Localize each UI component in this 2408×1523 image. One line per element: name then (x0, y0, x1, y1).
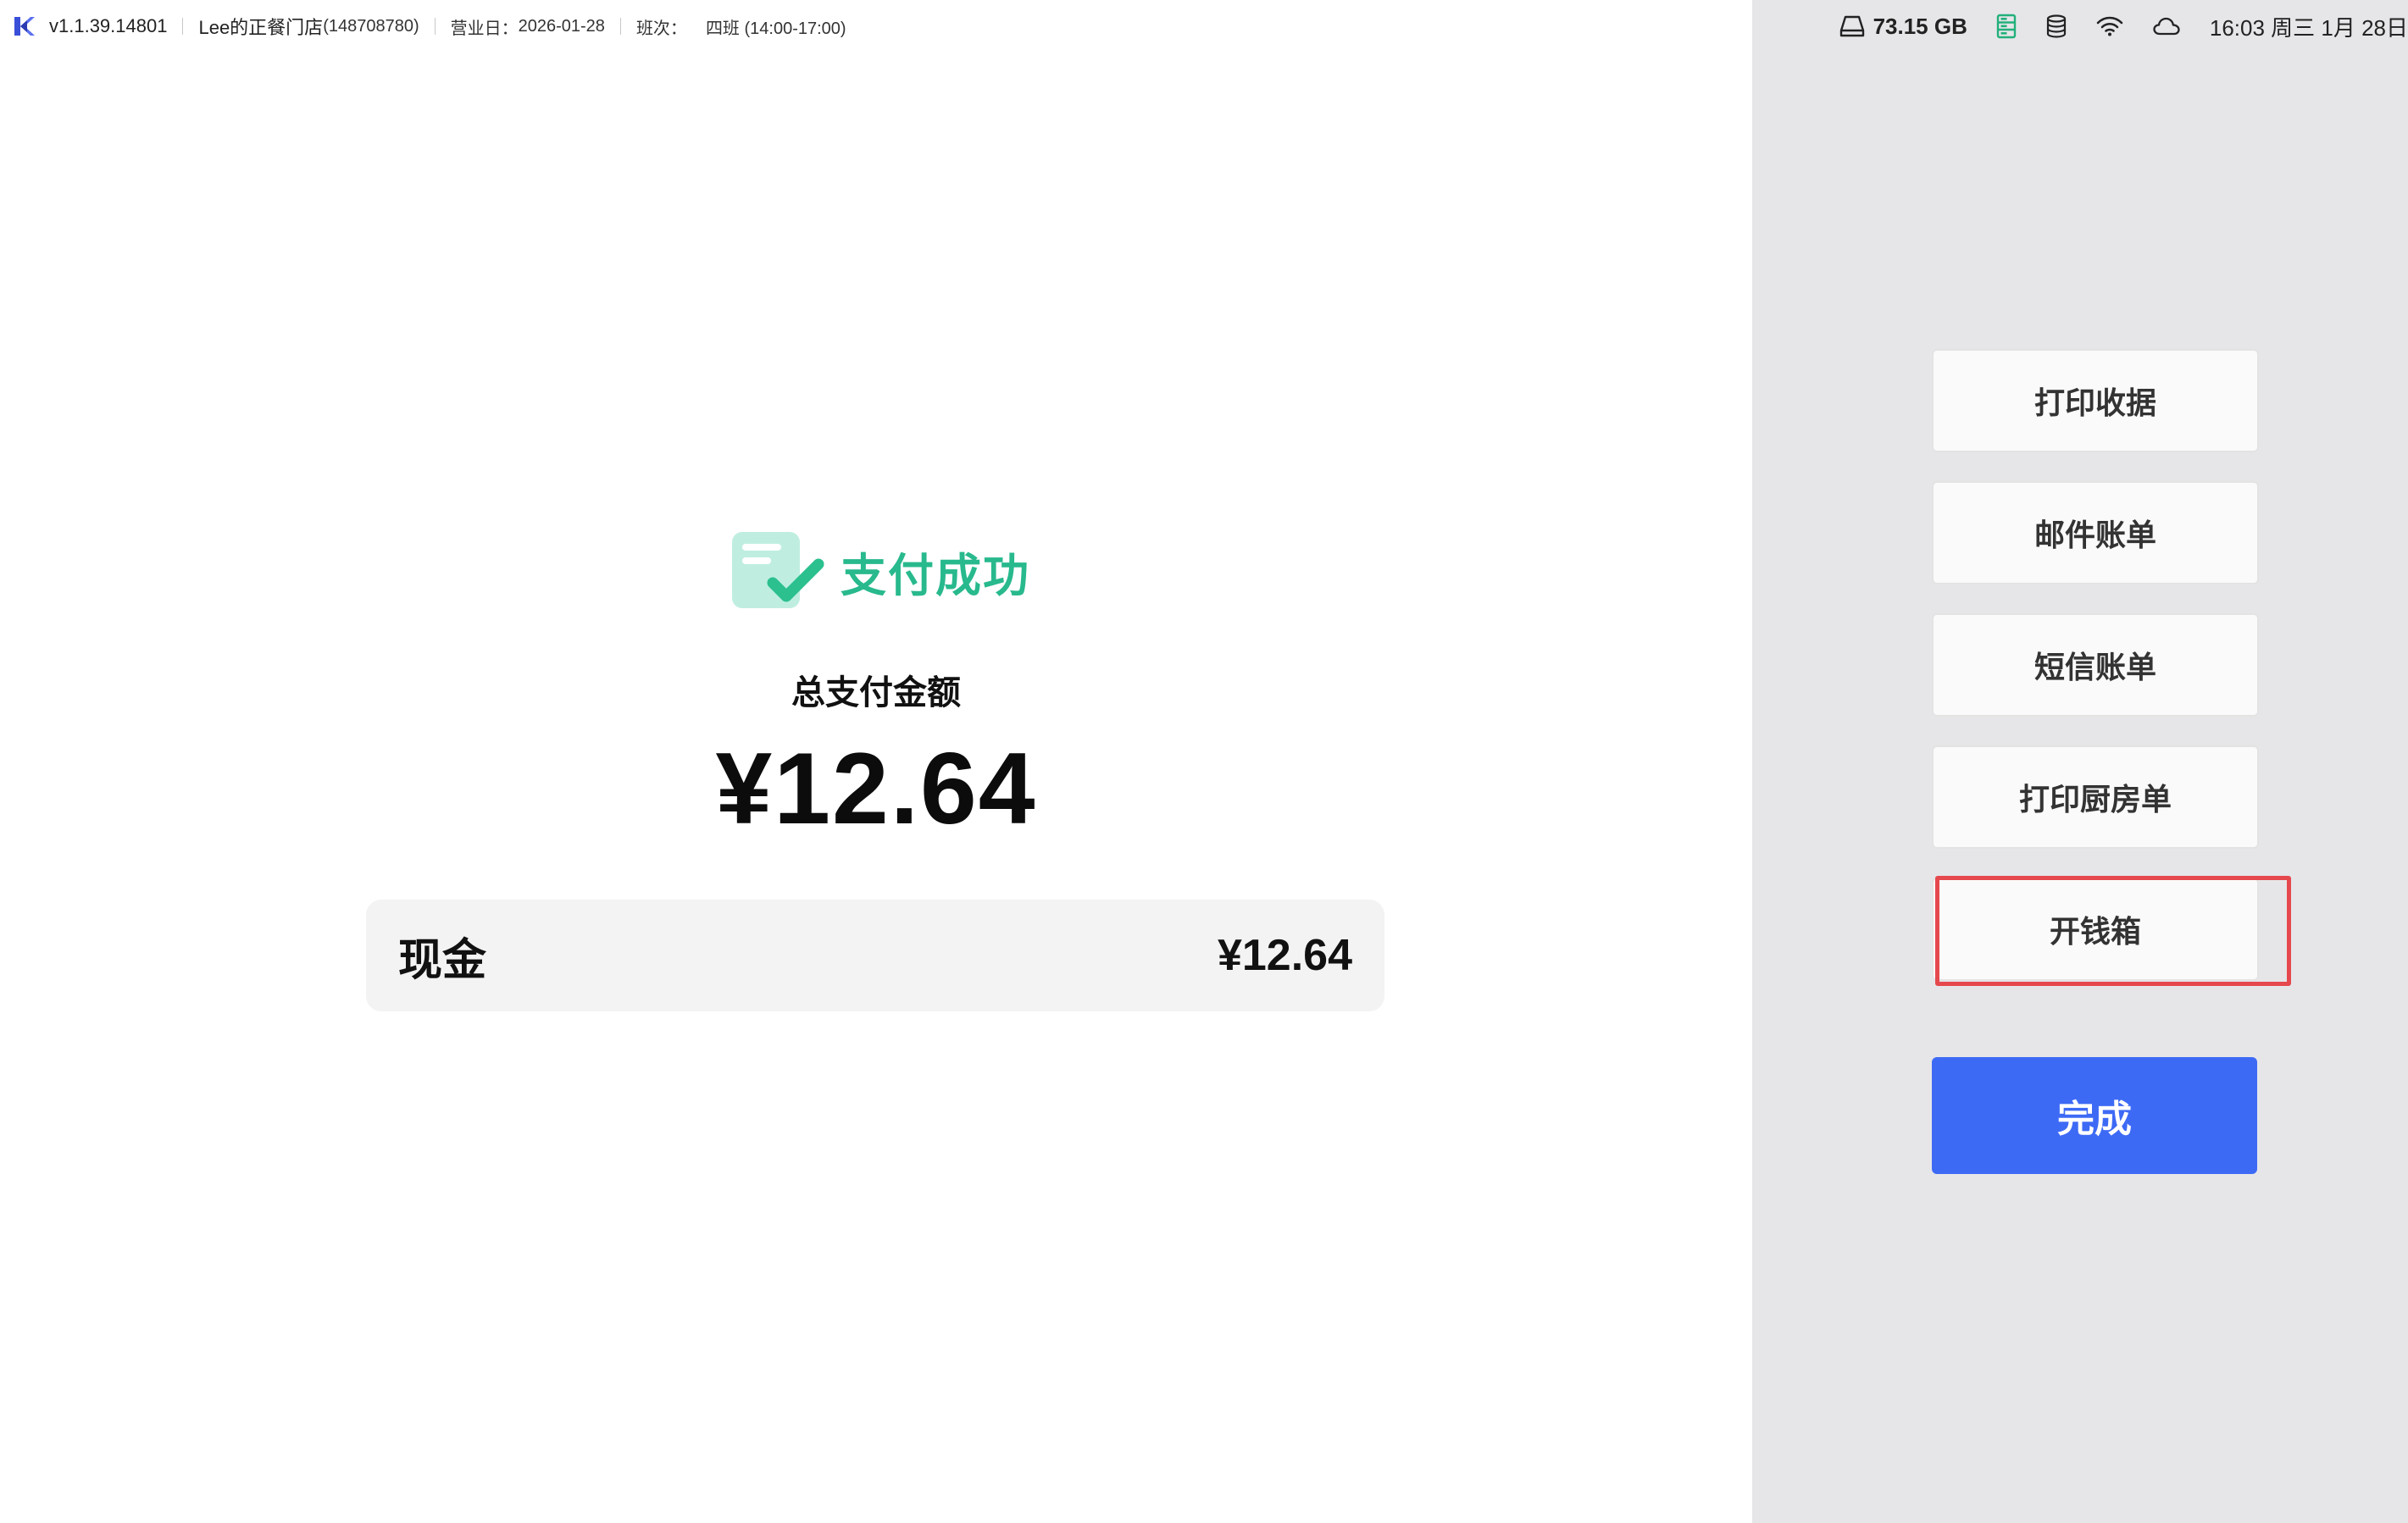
business-day-label: 营业日： (450, 19, 519, 38)
business-day: 2026-01-28 (518, 16, 605, 36)
success-text: 支付成功 (841, 550, 1030, 601)
app-logo-icon (12, 14, 36, 38)
sms-bill-button[interactable]: 短信账单 (1932, 613, 2259, 717)
divider (619, 18, 621, 35)
email-bill-button[interactable]: 邮件账单 (1932, 481, 2259, 584)
total-label: 总支付金额 (791, 674, 961, 712)
divider (182, 18, 184, 35)
topbar-left: v1.1.39.14801 Lee的正餐门店 (148708780) 营业日： … (0, 0, 846, 53)
open-cash-drawer-button[interactable]: 开钱箱 (1932, 878, 2259, 981)
store-name: Lee的正餐门店 (198, 17, 324, 38)
server-icon[interactable] (1996, 14, 2017, 39)
wifi-icon[interactable] (2096, 15, 2123, 37)
topbar-right: 73.15 GB 16:03 周三 1月 28日 (1839, 0, 2408, 53)
payment-amount: ¥12.64 (1217, 931, 1352, 980)
payment-method: 现金 (398, 935, 487, 985)
shift-value: 四班 (14:00-17:00) (705, 19, 846, 38)
clock: 16:03 周三 1月 28日 (2209, 14, 2408, 41)
store-id: (148708780) (323, 16, 419, 36)
payment-success-header: 支付成功 (730, 527, 1030, 615)
checkout-complete-screen: v1.1.39.14801 Lee的正餐门店 (148708780) 营业日： … (0, 0, 2408, 1523)
done-button[interactable]: 完成 (1932, 1057, 2257, 1174)
hard-drive-icon (1839, 14, 1865, 38)
total-amount: ¥12.64 (715, 732, 1037, 845)
disk-free: 73.15 GB (1873, 13, 1967, 39)
payment-row: 现金 ¥12.64 (366, 900, 1384, 1011)
shift-label: 班次： (635, 19, 687, 38)
top-status-bar: v1.1.39.14801 Lee的正餐门店 (148708780) 营业日： … (0, 0, 2408, 53)
divider (434, 18, 436, 35)
print-receipt-button[interactable]: 打印收据 (1932, 349, 2259, 452)
disk-status[interactable]: 73.15 GB (1839, 14, 1967, 40)
app-version: v1.1.39.14801 (49, 15, 168, 36)
receipt-check-icon (730, 527, 825, 615)
cloud-icon[interactable] (2152, 16, 2181, 36)
print-kitchen-ticket-button[interactable]: 打印厨房单 (1932, 745, 2259, 849)
database-icon[interactable] (2045, 14, 2067, 38)
